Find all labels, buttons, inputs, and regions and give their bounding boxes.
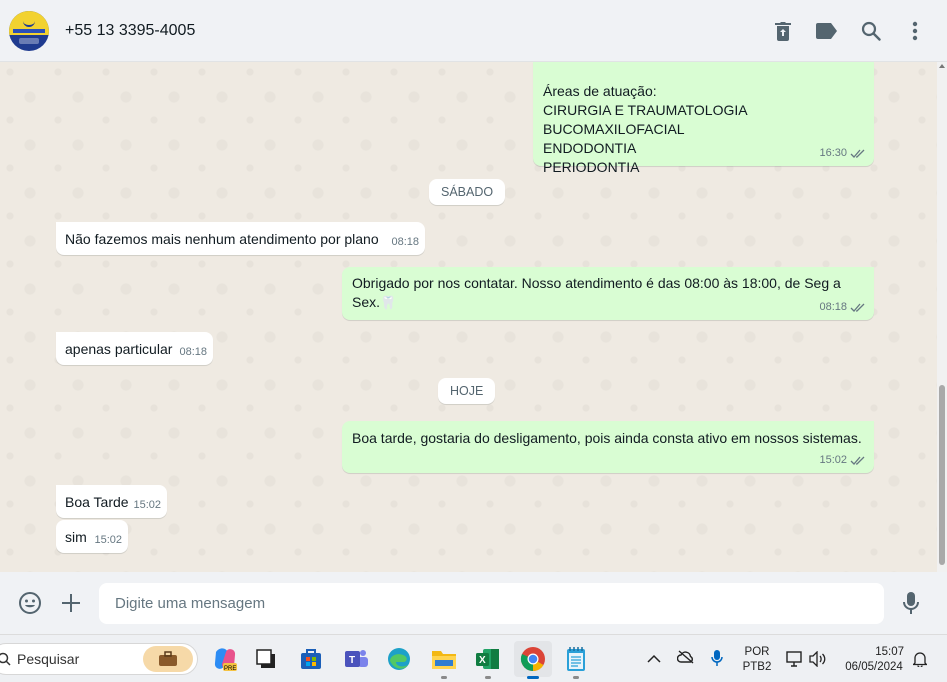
chat-header: +55 13 3395-4005 (0, 0, 947, 62)
svg-text:T: T (349, 655, 355, 666)
label-icon[interactable] (815, 19, 839, 43)
message-text: apenas particular (65, 341, 173, 357)
message-time: 16:30 (819, 147, 847, 159)
chrome-icon[interactable] (514, 641, 552, 679)
message-text: Boa Tarde (65, 494, 129, 510)
input-language-indicator[interactable]: POR PTB2 (742, 645, 772, 675)
message-text: Não fazemos mais nenhum atendimento por … (65, 231, 379, 247)
task-view-icon[interactable] (250, 643, 282, 675)
windows-taskbar: Pesquisar PRE T X POR PTB2 15:07 06/05/2… (0, 634, 947, 682)
work-bag-icon (143, 646, 193, 672)
message-time: 15:02 (819, 454, 847, 466)
scroll-up-arrow-icon[interactable] (939, 64, 945, 68)
onedrive-offline-icon[interactable] (676, 650, 695, 669)
store-icon[interactable] (295, 643, 327, 675)
message-line: PERIODONTIA (543, 159, 640, 175)
language-code: POR (744, 646, 770, 658)
keyboard-layout: PTB2 (742, 661, 772, 673)
emoji-icon[interactable] (17, 590, 43, 616)
message-time: 08:18 (179, 346, 207, 358)
svg-text:PRE: PRE (224, 666, 236, 672)
search-icon[interactable] (859, 19, 883, 43)
show-hidden-icons-chevron-icon[interactable] (647, 651, 661, 669)
delete-icon[interactable] (771, 19, 795, 43)
clock-date: 06/05/2024 (845, 661, 903, 673)
message-time: 08:18 (819, 301, 847, 313)
svg-text:X: X (479, 655, 486, 666)
read-ticks-icon (850, 149, 866, 159)
message-time: 15:02 (133, 499, 161, 511)
clock[interactable]: 15:07 06/05/2024 (838, 645, 910, 675)
message-bubble-incoming[interactable]: sim 15:02 (56, 520, 128, 553)
message-bubble-incoming[interactable]: Não fazemos mais nenhum atendimento por … (56, 222, 425, 255)
message-text: sim (65, 529, 87, 545)
search-icon (0, 652, 11, 671)
excel-icon[interactable]: X (472, 643, 504, 679)
message-composer (0, 572, 947, 634)
contact-name[interactable]: +55 13 3395-4005 (65, 22, 195, 40)
read-ticks-icon (850, 303, 866, 313)
edge-icon[interactable] (383, 643, 415, 675)
read-ticks-icon (850, 456, 866, 466)
message-bubble-outgoing[interactable]: Áreas de atuação: CIRURGIA E TRAUMATOLOG… (533, 62, 874, 175)
message-time: 08:18 (391, 236, 419, 248)
chat-scrollbar-thumb[interactable] (939, 385, 945, 565)
message-line: ENDODONTIA (543, 140, 637, 156)
contact-avatar[interactable] (9, 10, 49, 51)
message-text: Obrigado por nos contatar. Nosso atendim… (352, 275, 841, 310)
date-divider: SÁBADO (429, 179, 506, 205)
message-line: CIRURGIA E TRAUMATOLOGIA BUCOMAXILOFACIA… (543, 102, 747, 137)
message-text: Boa tarde, gostaria do desligamento, poi… (352, 430, 862, 446)
attach-plus-icon[interactable] (58, 590, 84, 616)
menu-icon[interactable] (903, 19, 927, 43)
network-monitor-icon[interactable] (786, 651, 804, 672)
message-bubble-outgoing[interactable]: Boa tarde, gostaria do desligamento, poi… (342, 421, 874, 473)
message-bubble-incoming[interactable]: apenas particular 08:18 (56, 332, 213, 365)
microphone-tray-icon[interactable] (711, 649, 723, 672)
message-bubble-incoming[interactable]: Boa Tarde 15:02 (56, 485, 167, 518)
message-time: 15:02 (94, 534, 122, 546)
tooth-emoji: 🦷 (380, 295, 397, 310)
message-line: Áreas de atuação: (543, 83, 657, 99)
volume-icon[interactable] (809, 650, 827, 672)
taskbar-search[interactable]: Pesquisar (0, 643, 198, 675)
message-input[interactable] (99, 583, 884, 624)
copilot-icon[interactable]: PRE (209, 643, 241, 675)
notepad-icon[interactable] (560, 643, 592, 679)
date-divider: HOJE (438, 378, 496, 404)
clock-time: 15:07 (875, 646, 904, 658)
taskbar-search-label: Pesquisar (17, 651, 80, 667)
microphone-icon[interactable] (898, 590, 924, 616)
message-bubble-outgoing[interactable]: Obrigado por nos contatar. Nosso atendim… (342, 267, 874, 320)
notification-bell-icon[interactable] (911, 651, 929, 672)
teams-icon[interactable]: T (340, 643, 372, 675)
message-list[interactable]: Áreas de atuação: CIRURGIA E TRAUMATOLOG… (0, 62, 947, 572)
file-explorer-icon[interactable] (428, 643, 460, 679)
